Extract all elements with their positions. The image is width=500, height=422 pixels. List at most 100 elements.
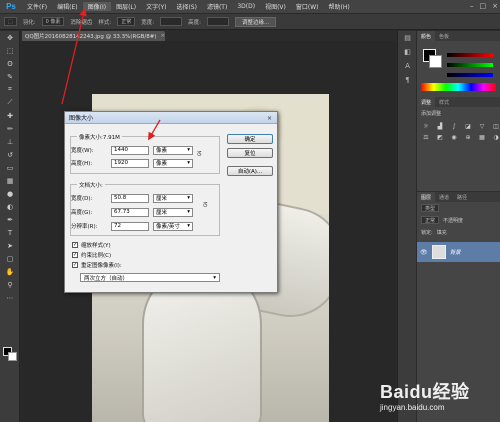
panel-background-swatch[interactable] bbox=[429, 55, 442, 68]
maximize-icon[interactable]: □ bbox=[480, 2, 487, 10]
lasso-tool-icon[interactable]: ʘ bbox=[0, 57, 20, 70]
chevron-down-icon: ▾ bbox=[187, 223, 190, 229]
blur-tool-icon[interactable]: ● bbox=[0, 187, 20, 200]
menu-window[interactable]: 窗口(W) bbox=[291, 2, 324, 11]
resolution-unit-select[interactable]: 像素/英寸 ▾ bbox=[153, 221, 193, 231]
dodge-tool-icon[interactable]: ◐ bbox=[0, 200, 20, 213]
history-brush-tool-icon[interactable]: ↺ bbox=[0, 148, 20, 161]
menu-type[interactable]: 文字(Y) bbox=[141, 2, 171, 11]
menu-filter[interactable]: 滤镜(T) bbox=[202, 2, 232, 11]
menu-help[interactable]: 帮助(H) bbox=[324, 2, 355, 11]
eraser-tool-icon[interactable]: ▭ bbox=[0, 161, 20, 174]
exposure-icon[interactable]: ◪ bbox=[463, 122, 473, 130]
quick-select-tool-icon[interactable]: ✎ bbox=[0, 70, 20, 83]
brightness-icon[interactable]: ☼ bbox=[421, 122, 431, 130]
tab-color[interactable]: 颜色 bbox=[417, 31, 436, 41]
red-slider[interactable] bbox=[447, 53, 493, 57]
more-tools-icon[interactable]: ⋯ bbox=[0, 291, 20, 304]
paragraph-panel-icon[interactable]: ¶ bbox=[398, 73, 417, 87]
healing-brush-tool-icon[interactable]: ✚ bbox=[0, 109, 20, 122]
path-select-tool-icon[interactable]: ➤ bbox=[0, 239, 20, 252]
reset-button[interactable]: 复位 bbox=[227, 148, 273, 158]
clone-stamp-tool-icon[interactable]: ⊥ bbox=[0, 135, 20, 148]
height-input[interactable] bbox=[206, 17, 229, 26]
resolution-input[interactable]: 72 bbox=[111, 221, 149, 231]
color-spectrum[interactable] bbox=[421, 83, 496, 91]
antialias-checkbox[interactable]: 消除锯齿 bbox=[70, 18, 92, 26]
tab-layers[interactable]: 图层 bbox=[417, 192, 436, 202]
menu-view[interactable]: 视图(V) bbox=[260, 2, 291, 11]
doc-width-unit-select[interactable]: 厘米 ▾ bbox=[153, 193, 193, 203]
close-window-icon[interactable]: × bbox=[492, 2, 498, 10]
menu-file[interactable]: 文件(F) bbox=[22, 2, 52, 11]
menu-image[interactable]: 图像(I) bbox=[82, 2, 112, 11]
tab-styles[interactable]: 样式 bbox=[435, 97, 453, 107]
history-panel-icon[interactable]: ▤ bbox=[398, 31, 417, 45]
brush-tool-icon[interactable]: ✏ bbox=[0, 122, 20, 135]
minimize-icon[interactable]: – bbox=[470, 2, 474, 10]
background-color-swatch[interactable] bbox=[8, 352, 17, 361]
levels-icon[interactable]: ▟ bbox=[435, 122, 445, 130]
style-select[interactable]: 正常 bbox=[117, 17, 136, 26]
type-tool-icon[interactable]: T bbox=[0, 226, 20, 239]
close-tab-icon[interactable]: × bbox=[161, 33, 166, 39]
ok-button[interactable]: 确定 bbox=[227, 134, 273, 144]
doc-width-input[interactable]: 50.8 bbox=[111, 193, 149, 203]
tab-channels[interactable]: 通道 bbox=[435, 192, 453, 202]
color-balance-icon[interactable]: ⚖ bbox=[421, 133, 431, 141]
blue-slider[interactable] bbox=[447, 73, 493, 77]
gradient-tool-icon[interactable]: ▦ bbox=[0, 174, 20, 187]
menu-layer[interactable]: 图层(L) bbox=[111, 2, 141, 11]
tab-adjustments[interactable]: 调整 bbox=[417, 97, 436, 107]
pen-tool-icon[interactable]: ✒ bbox=[0, 213, 20, 226]
channel-mixer-icon[interactable]: ⊕ bbox=[463, 133, 473, 141]
menu-select[interactable]: 选择(S) bbox=[171, 2, 202, 11]
width-input[interactable]: 1440 bbox=[111, 145, 149, 155]
blend-mode-select[interactable]: 正常 bbox=[421, 216, 440, 224]
zoom-tool-icon[interactable]: ⚲ bbox=[0, 278, 20, 291]
black-white-icon[interactable]: ◩ bbox=[435, 133, 445, 141]
tab-swatches[interactable]: 色板 bbox=[435, 31, 453, 41]
scale-styles-checkbox[interactable]: ✓ 缩放样式(Y) bbox=[72, 240, 111, 249]
hand-tool-icon[interactable]: ✋ bbox=[0, 265, 20, 278]
doc-height-unit-select[interactable]: 厘米 ▾ bbox=[153, 207, 193, 217]
auto-button[interactable]: 自动(A)... bbox=[227, 166, 273, 176]
height-input[interactable]: 1920 bbox=[111, 158, 149, 168]
width-input[interactable] bbox=[160, 17, 183, 26]
curves-icon[interactable]: ∫ bbox=[449, 122, 459, 130]
crop-tool-icon[interactable]: ⌗ bbox=[0, 83, 20, 96]
layer-kind-select[interactable]: 类型 bbox=[421, 204, 440, 212]
constrain-proportions-checkbox[interactable]: ✓ 约束比例(C) bbox=[72, 250, 111, 259]
hue-icon[interactable]: ◫ bbox=[491, 122, 500, 130]
height-unit-select[interactable]: 像素 ▾ bbox=[153, 158, 193, 168]
vibrance-icon[interactable]: ▽ bbox=[477, 122, 487, 130]
character-panel-icon[interactable]: A bbox=[398, 59, 417, 73]
marquee-tool-icon[interactable]: ⬚ bbox=[4, 17, 17, 26]
width-row: 宽度(W): 1440 像素 ▾ bbox=[71, 145, 193, 155]
dialog-close-icon[interactable]: × bbox=[265, 114, 274, 122]
photo-filter-icon[interactable]: ◉ bbox=[449, 133, 459, 141]
menu-3d[interactable]: 3D(D) bbox=[232, 3, 260, 10]
shape-tool-icon[interactable]: ▢ bbox=[0, 252, 20, 265]
visibility-eye-icon[interactable]: 👁 bbox=[420, 249, 428, 256]
menu-edit[interactable]: 编辑(E) bbox=[52, 2, 82, 11]
eyedropper-tool-icon[interactable]: ⟋ bbox=[0, 96, 20, 109]
doc-height-input[interactable]: 67.73 bbox=[111, 207, 149, 217]
collapsed-panels-strip: ▤ ◧ A ¶ bbox=[397, 31, 416, 422]
feather-input[interactable]: 0 像素 bbox=[41, 17, 65, 26]
green-slider[interactable] bbox=[447, 63, 493, 67]
marquee-tool-icon[interactable]: ⬚ bbox=[0, 44, 20, 57]
chevron-down-icon: ▾ bbox=[187, 147, 190, 153]
refine-edge-button[interactable]: 调整边缘... bbox=[234, 16, 277, 27]
resample-checkbox[interactable]: ✓ 重定图像像素(I): bbox=[72, 260, 122, 269]
resample-method-select[interactable]: 两次立方（自动） ▾ bbox=[80, 273, 220, 282]
menu-bar: Ps 文件(F) 编辑(E) 图像(I) 图层(L) 文字(Y) 选择(S) 滤… bbox=[0, 0, 500, 14]
tab-paths[interactable]: 路径 bbox=[453, 192, 471, 202]
properties-panel-icon[interactable]: ◧ bbox=[398, 45, 417, 59]
move-tool-icon[interactable]: ✥ bbox=[0, 31, 20, 44]
layer-row-background[interactable]: 👁 背景 bbox=[417, 242, 500, 262]
width-unit-select[interactable]: 像素 ▾ bbox=[153, 145, 193, 155]
document-tab[interactable]: QQ图片20160828142243.jpg @ 33.3%(RGB/8#) × bbox=[22, 31, 165, 41]
invert-icon[interactable]: ◑ bbox=[491, 133, 500, 141]
color-lookup-icon[interactable]: ▦ bbox=[477, 133, 487, 141]
